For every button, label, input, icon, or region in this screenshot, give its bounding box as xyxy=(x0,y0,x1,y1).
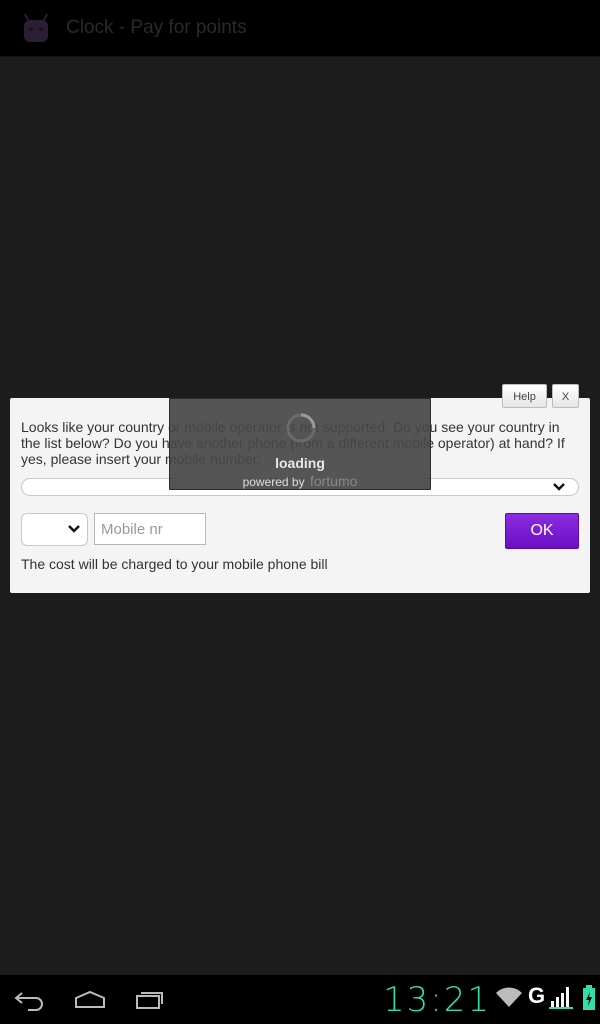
android-robot-icon xyxy=(18,10,54,46)
close-button[interactable]: X xyxy=(552,384,579,408)
app-title: Clock - Pay for points xyxy=(66,17,247,38)
loading-overlay: loading powered by fortumo xyxy=(169,398,431,490)
help-button[interactable]: Help xyxy=(502,384,547,408)
loading-label: loading xyxy=(275,455,325,471)
signal-icon xyxy=(549,987,573,1009)
ok-button[interactable]: OK xyxy=(505,513,579,549)
country-prefix-select[interactable] xyxy=(21,513,88,546)
back-icon[interactable] xyxy=(14,989,46,1013)
powered-by-label: powered by xyxy=(242,475,305,489)
battery-icon xyxy=(583,985,595,1010)
navigation-bar: 13:21 G xyxy=(0,975,600,1024)
cost-note: The cost will be charged to your mobile … xyxy=(21,556,328,572)
chevron-down-icon xyxy=(553,483,565,491)
network-type: G xyxy=(528,983,546,1008)
chevron-down-icon xyxy=(68,525,80,533)
status-clock: 13:21 xyxy=(383,980,491,1020)
home-icon[interactable] xyxy=(73,989,107,1011)
action-bar: Clock - Pay for points xyxy=(0,0,600,57)
loading-spinner-icon xyxy=(286,413,316,443)
mobile-number-input[interactable] xyxy=(94,513,206,545)
powered-by: powered by fortumo xyxy=(170,473,430,489)
wifi-icon xyxy=(496,987,522,1007)
recent-apps-icon[interactable] xyxy=(134,987,166,1011)
fortumo-brand: fortumo xyxy=(309,473,358,489)
